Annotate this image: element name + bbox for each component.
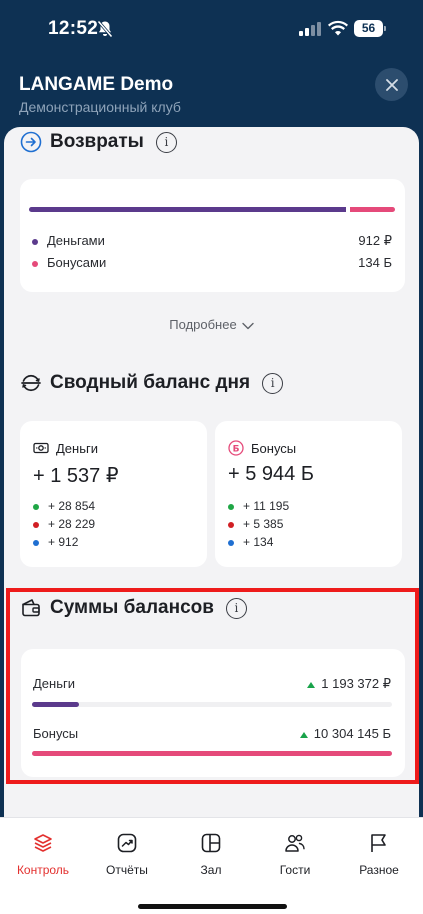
line-value: + 5 385 xyxy=(243,517,284,531)
bonus-balance-total: + 5 944 Б xyxy=(228,463,314,485)
status-bar: 12:52 56 xyxy=(0,0,423,60)
split-bonus-segment xyxy=(350,207,395,212)
returns-header: Возвраты i xyxy=(20,131,177,153)
money-balance-head: Деньги xyxy=(33,440,98,456)
svg-text:Б: Б xyxy=(233,444,240,454)
club-subtitle: Демонстрационный клуб xyxy=(19,99,181,115)
hall-icon xyxy=(201,833,221,853)
guests-icon xyxy=(285,834,305,852)
home-indicator xyxy=(138,904,287,909)
flag-icon xyxy=(371,834,386,852)
money-balance-total: + 1 537 ₽ xyxy=(33,465,119,487)
tab-guests[interactable]: Гости xyxy=(253,818,337,888)
line-value: + 11 195 xyxy=(243,499,290,513)
bonus-balance-card: Б Бонусы + 5 944 Б + 11 195 + 5 385 + 13… xyxy=(215,421,402,567)
line-value: + 134 xyxy=(243,535,274,549)
returns-split-bar xyxy=(29,207,395,212)
bonus-icon: Б xyxy=(228,440,244,456)
battery-indicator: 56 xyxy=(354,20,386,37)
chart-icon xyxy=(117,833,137,853)
money-line-income: + 28 854 xyxy=(33,499,95,513)
tab-label: Зал xyxy=(200,863,222,877)
blue-dot xyxy=(33,539,39,546)
legend-dot xyxy=(32,239,38,245)
cash-icon xyxy=(33,442,49,454)
bonus-line-income: + 11 195 xyxy=(228,499,289,513)
red-dot xyxy=(228,521,234,528)
close-button[interactable] xyxy=(375,68,408,101)
bell-muted-icon xyxy=(97,20,113,38)
bonus-balance-label: Бонусы xyxy=(251,440,297,456)
legend-dot xyxy=(32,261,38,267)
line-value: + 912 xyxy=(48,535,79,549)
money-line-expense: + 28 229 xyxy=(33,517,95,531)
close-icon xyxy=(385,78,398,91)
tab-label: Контроль xyxy=(16,863,70,877)
red-dot xyxy=(33,521,39,528)
green-dot xyxy=(228,503,234,510)
tab-label: Разное xyxy=(359,863,399,877)
chevron-down-icon xyxy=(242,322,254,329)
legend-label: Бонусами xyxy=(47,255,107,270)
more-details-link[interactable]: Подробнее xyxy=(4,317,419,332)
section-title: Сводный баланс дня xyxy=(50,372,251,393)
status-time: 12:52 xyxy=(48,18,99,39)
tab-control[interactable]: Контроль xyxy=(1,818,85,888)
layers-icon xyxy=(34,834,52,852)
bottom-tab-bar: Контроль Отчёты Зал Гости Разное xyxy=(0,817,423,914)
more-details-label: Подробнее xyxy=(169,317,237,332)
legend-row-money: Деньгами 912 ₽ xyxy=(32,233,392,251)
line-value: + 28 854 xyxy=(48,499,96,513)
highlight-frame xyxy=(6,588,419,784)
signal-icon xyxy=(299,22,321,36)
info-icon[interactable]: i xyxy=(262,372,284,394)
split-money-segment xyxy=(29,207,346,212)
legend-row-bonus: Бонусами 134 Б xyxy=(32,255,392,273)
tab-reports[interactable]: Отчёты xyxy=(85,818,169,888)
info-icon[interactable]: i xyxy=(155,131,177,153)
legend-value: 134 Б xyxy=(358,255,392,270)
bonus-balance-head: Б Бонусы xyxy=(228,440,296,456)
wifi-icon xyxy=(328,20,348,36)
money-line-returns: + 912 xyxy=(33,535,78,549)
tab-label: Отчёты xyxy=(106,863,148,877)
green-dot xyxy=(33,503,39,510)
tab-hall[interactable]: Зал xyxy=(169,818,253,888)
club-title: LANGAME Demo xyxy=(19,74,174,95)
line-value: + 28 229 xyxy=(48,517,96,531)
section-title: Возвраты xyxy=(50,131,144,152)
content-sheet: Возвраты i Деньгами 912 ₽ Бонусами 134 Б… xyxy=(4,127,419,817)
legend-value: 912 ₽ xyxy=(358,233,392,248)
tab-label: Гости xyxy=(279,863,311,877)
exchange-icon xyxy=(21,375,41,391)
bonus-line-expense: + 5 385 xyxy=(228,517,283,531)
money-balance-label: Деньги xyxy=(56,440,98,456)
app-header: LANGAME Demo Демонстрационный клуб xyxy=(0,60,423,128)
blue-dot xyxy=(228,539,234,546)
legend-label: Деньгами xyxy=(47,233,105,248)
money-balance-card: Деньги + 1 537 ₽ + 28 854 + 28 229 + 912 xyxy=(20,421,207,567)
tab-misc[interactable]: Разное xyxy=(337,818,421,888)
daily-balance-header: Сводный баланс дня i xyxy=(20,372,284,394)
arrow-circle-icon xyxy=(20,131,42,153)
returns-card: Деньгами 912 ₽ Бонусами 134 Б xyxy=(20,179,405,292)
bonus-line-returns: + 134 xyxy=(228,535,273,549)
